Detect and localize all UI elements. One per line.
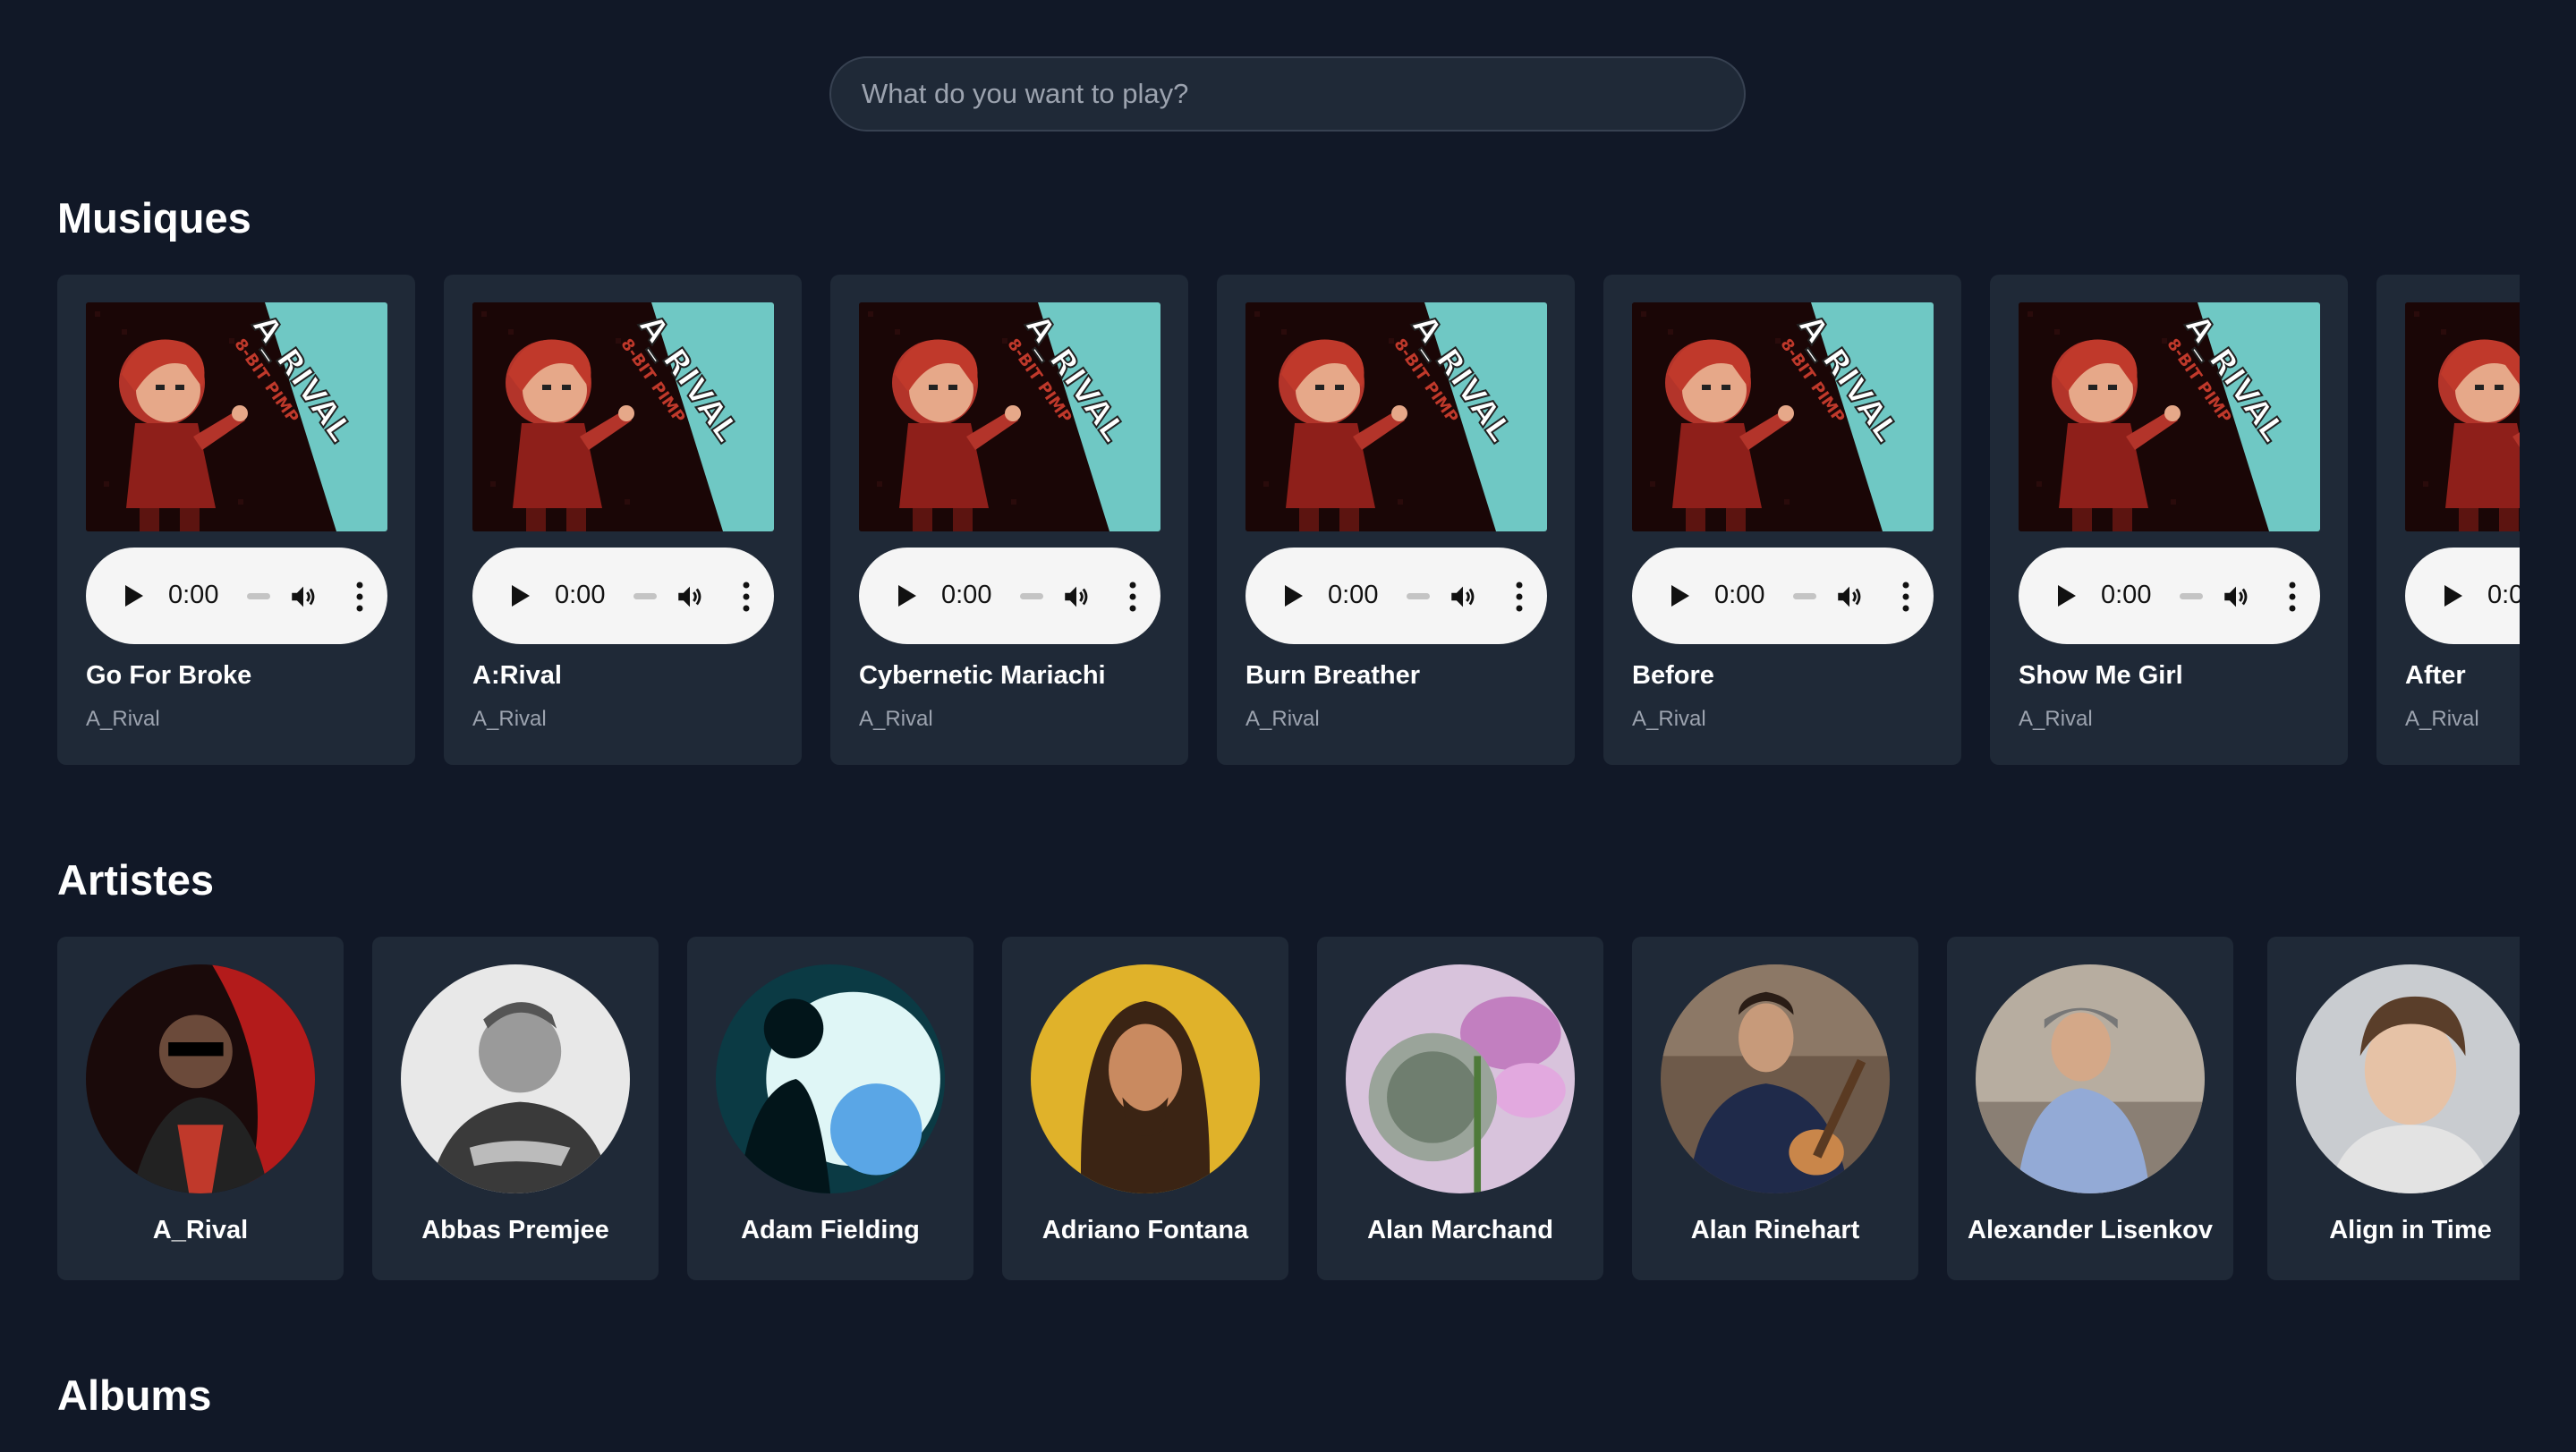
album-cover: A_RIVAL 8-BIT PIMP <box>2405 302 2520 531</box>
play-icon[interactable] <box>1285 585 1303 607</box>
artist-card[interactable]: Align in Time <box>2267 937 2520 1280</box>
progress-slider[interactable] <box>2180 593 2203 599</box>
artist-avatar <box>1661 964 1890 1193</box>
play-icon[interactable] <box>2444 585 2462 607</box>
artist-card[interactable]: Adriano Fontana <box>1002 937 1288 1280</box>
song-card[interactable]: A_RIVAL 8-BIT PIMP 0:00 Go For Broke A_R… <box>57 275 415 765</box>
song-artist[interactable]: A_Rival <box>472 707 547 732</box>
more-options-icon[interactable] <box>356 582 363 612</box>
music-app: Musiques <box>0 0 2576 1452</box>
artist-avatar <box>401 964 630 1193</box>
more-options-icon[interactable] <box>1516 582 1523 612</box>
volume-icon[interactable] <box>1448 582 1478 612</box>
search-input[interactable] <box>831 58 1744 130</box>
play-icon[interactable] <box>1671 585 1689 607</box>
artist-card[interactable]: Alexander Lisenkov <box>1947 937 2233 1280</box>
artist-name: Abbas Premjee <box>421 1216 609 1244</box>
song-artist[interactable]: A_Rival <box>1245 707 1320 732</box>
song-title[interactable]: Cybernetic Mariachi <box>859 661 1106 691</box>
volume-icon[interactable] <box>1834 582 1865 612</box>
progress-slider[interactable] <box>1407 593 1430 599</box>
play-icon[interactable] <box>125 585 143 607</box>
player-time: 0:00 <box>2101 581 2152 609</box>
artist-avatar <box>2296 964 2520 1193</box>
player-time: 0:00 <box>1714 581 1765 609</box>
play-icon[interactable] <box>512 585 530 607</box>
artist-card[interactable]: Alan Marchand <box>1317 937 1603 1280</box>
player-time: 0:00 <box>2487 581 2520 609</box>
player-time: 0:00 <box>1328 581 1379 609</box>
player-time: 0:00 <box>168 581 219 609</box>
song-title[interactable]: Before <box>1632 661 1714 691</box>
song-title[interactable]: After <box>2405 661 2466 691</box>
audio-player: 0:00 <box>472 548 774 644</box>
progress-slider[interactable] <box>633 593 657 599</box>
more-options-icon[interactable] <box>2289 582 2296 612</box>
audio-player: 0:00 <box>859 548 1160 644</box>
song-card[interactable]: A_RIVAL 8-BIT PIMP 0:00 Show Me Girl A_R… <box>1990 275 2348 765</box>
song-artist[interactable]: A_Rival <box>1632 707 1706 732</box>
song-title[interactable]: Burn Breather <box>1245 661 1420 691</box>
album-cover: A_RIVAL 8-BIT PIMP <box>2019 302 2320 531</box>
play-icon[interactable] <box>898 585 916 607</box>
artist-name: Alan Rinehart <box>1690 1216 1860 1244</box>
volume-icon[interactable] <box>675 582 705 612</box>
album-cover: A_RIVAL 8-BIT PIMP <box>472 302 774 531</box>
song-artist[interactable]: A_Rival <box>86 707 160 732</box>
song-card[interactable]: A_RIVAL 8-BIT PIMP 0:00 A:Rival A_Rival <box>444 275 802 765</box>
artist-name: Adam Fielding <box>741 1216 920 1244</box>
section-title-songs: Musiques <box>57 194 251 242</box>
section-title-artists: Artistes <box>57 856 215 904</box>
song-card[interactable]: A_RIVAL 8-BIT PIMP 0:00 Before A_Rival <box>1603 275 1961 765</box>
artist-name: Alexander Lisenkov <box>1968 1216 2213 1244</box>
progress-slider[interactable] <box>1793 593 1816 599</box>
album-cover: A_RIVAL 8-BIT PIMP <box>1245 302 1547 531</box>
artist-card[interactable]: A_Rival <box>57 937 344 1280</box>
volume-icon[interactable] <box>1061 582 1092 612</box>
more-options-icon[interactable] <box>1129 582 1136 612</box>
player-time: 0:00 <box>941 581 992 609</box>
song-card[interactable]: A_RIVAL 8-BIT PIMP 0:00 Cybernetic Maria… <box>830 275 1188 765</box>
search-bar[interactable] <box>829 56 1746 132</box>
audio-player: 0:00 <box>1632 548 1934 644</box>
song-title[interactable]: Show Me Girl <box>2019 661 2183 691</box>
song-title[interactable]: A:Rival <box>472 661 562 691</box>
section-title-albums: Albums <box>57 1371 212 1419</box>
song-card[interactable]: A_RIVAL 8-BIT PIMP 0:00 After A_Rival <box>2376 275 2520 765</box>
player-time: 0:00 <box>555 581 606 609</box>
audio-player: 0:00 <box>1245 548 1547 644</box>
album-cover: A_RIVAL 8-BIT PIMP <box>1632 302 1934 531</box>
album-cover: A_RIVAL 8-BIT PIMP <box>86 302 387 531</box>
artist-name: A_Rival <box>152 1216 249 1244</box>
progress-slider[interactable] <box>247 593 270 599</box>
artist-avatar <box>1346 964 1575 1193</box>
artist-card[interactable]: Abbas Premjee <box>372 937 659 1280</box>
artists-row: A_Rival Abbas Premjee Adam Fielding Adri… <box>57 937 2520 1280</box>
more-options-icon[interactable] <box>1902 582 1909 612</box>
audio-player: 0:00 <box>2019 548 2320 644</box>
artist-name: Align in Time <box>2329 1216 2492 1244</box>
more-options-icon[interactable] <box>743 582 750 612</box>
audio-player: 0:00 <box>86 548 387 644</box>
artist-card[interactable]: Alan Rinehart <box>1632 937 1918 1280</box>
artist-avatar <box>1976 964 2205 1193</box>
volume-icon[interactable] <box>2221 582 2251 612</box>
song-artist[interactable]: A_Rival <box>2019 707 2093 732</box>
album-cover: A_RIVAL 8-BIT PIMP <box>859 302 1160 531</box>
song-artist[interactable]: A_Rival <box>2405 707 2479 732</box>
audio-player: 0:00 <box>2405 548 2520 644</box>
play-icon[interactable] <box>2058 585 2076 607</box>
songs-row: A_RIVAL 8-BIT PIMP 0:00 Go For Broke A_R… <box>57 275 2520 765</box>
progress-slider[interactable] <box>1020 593 1043 599</box>
song-title[interactable]: Go For Broke <box>86 661 251 691</box>
artist-avatar <box>86 964 315 1193</box>
artist-avatar <box>716 964 945 1193</box>
volume-icon[interactable] <box>288 582 319 612</box>
song-artist[interactable]: A_Rival <box>859 707 933 732</box>
artist-name: Adriano Fontana <box>1041 1216 1249 1244</box>
song-card[interactable]: A_RIVAL 8-BIT PIMP 0:00 Burn Breather A_… <box>1217 275 1575 765</box>
artist-card[interactable]: Adam Fielding <box>687 937 973 1280</box>
artist-name: Alan Marchand <box>1367 1216 1553 1244</box>
artist-avatar <box>1031 964 1260 1193</box>
